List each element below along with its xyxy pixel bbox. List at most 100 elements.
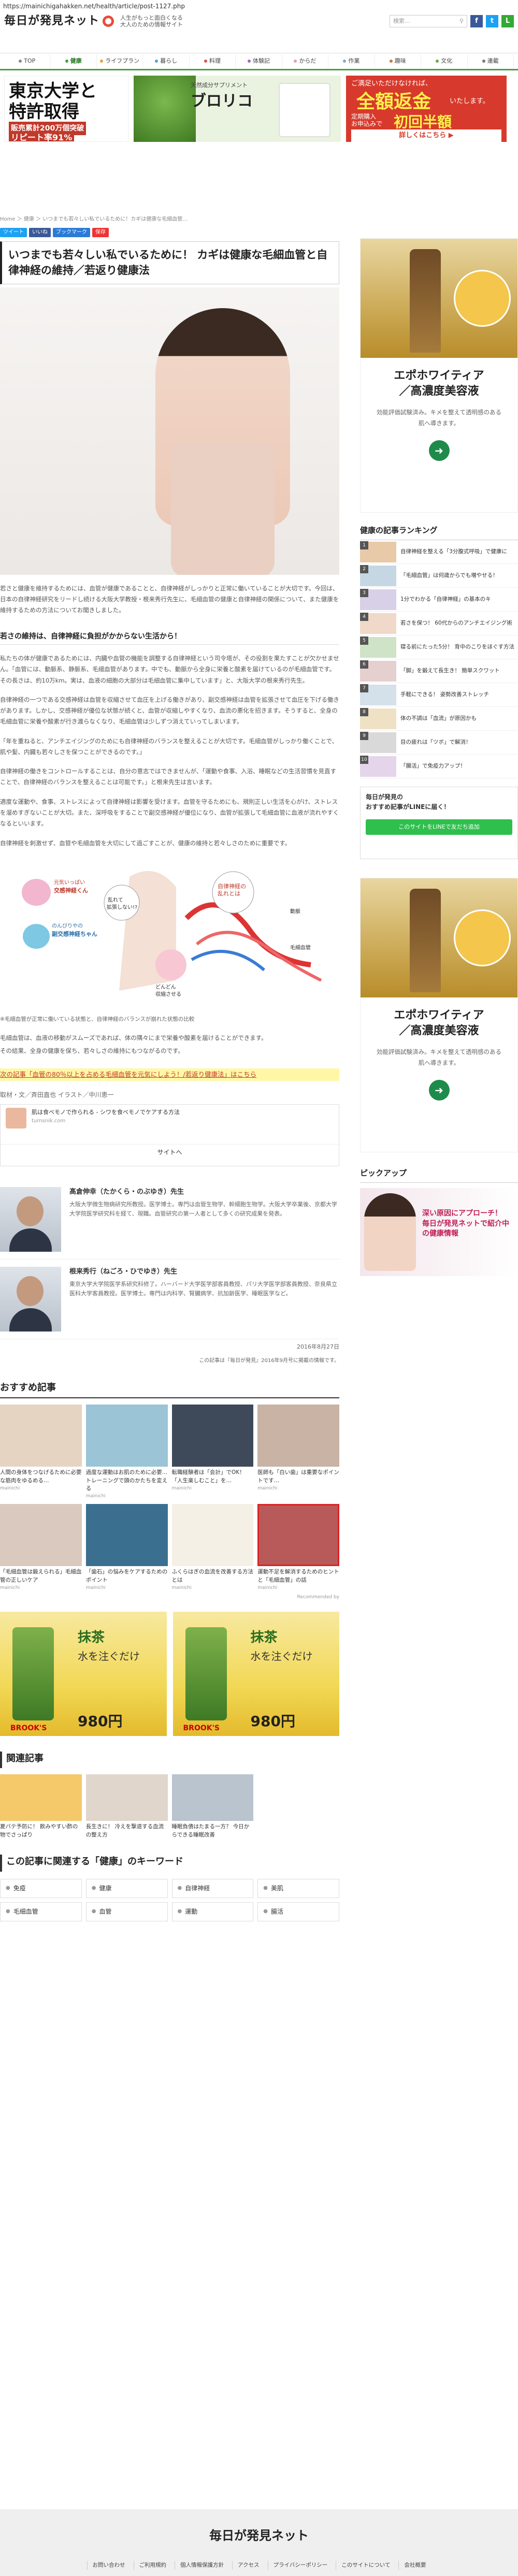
ad-cta[interactable]: サイトへ [1,1144,339,1157]
recommend-thumbnail [171,1504,254,1567]
recommend-card[interactable]: 運動不足を解消するためのヒントと「毛細血管」の話 mainichi [257,1504,339,1591]
nav-item[interactable]: 連載 [468,54,514,68]
ranking-item[interactable]: 5 寝る前にたった5分！ 背中のこりをほぐす方法 [360,635,518,659]
nav-item[interactable]: 趣味 [375,54,422,68]
nav-item[interactable]: 暮らし [143,54,190,68]
share-buttons: ツイート いいね ブックマーク 保存 [0,228,339,237]
related-grid: 夏バテ予防に！ 飲みやすい酢の物でさっぱり 長生きに！ 冷えを撃退する血流の整え方… [0,1774,339,1839]
recommend-card[interactable]: ふくらはぎの血流を改善する方法とは mainichi [171,1504,254,1591]
rank-number: 6 [360,660,368,669]
footer-link[interactable]: プライバシーポリシー [267,2561,333,2570]
share-twitter-button[interactable]: ツイート [0,228,27,237]
inline-ad[interactable]: 肌は食べモノで作られる - シワを食べモノでケアする方法 turnsnik.co… [0,1104,339,1166]
article-paragraph-8: 毛細血管は、血液の移動がスムーズであれば、体の隅々にまで栄養や酸素を届けることが… [0,1034,267,1042]
site-logo[interactable]: 毎日が発見ネット 人生がもっと面白くなる 大人のための情報サイト [4,12,183,30]
rank-number: 3 [360,589,368,597]
ranking-item[interactable]: 2 「毛細血管」は何歳からでも増やせる！ [360,564,518,588]
nav-dot-icon [19,60,22,63]
share-facebook-button[interactable]: いいね [29,228,51,237]
related-card[interactable]: 睡眠負債はたまる一方？ 今日からできる睡眠改善 [171,1774,254,1839]
keyword-link[interactable]: ● 毛細血管 [0,1902,82,1921]
share-hatena-button[interactable]: ブックマーク [53,228,90,237]
bullet-icon: ● [263,1885,268,1891]
share-pocket-button[interactable]: 保存 [92,228,109,237]
footer-link[interactable]: お問い合わせ [87,2561,131,2570]
sidebar-ad-2-arrow-icon[interactable]: ➜ [428,1079,450,1101]
ranking-item[interactable]: 6 「脚」を鍛えて長生き！ 簡単スクワット [360,659,518,683]
recommend-card[interactable]: 医師も「白い歯」は重要なポイントです… mainichi [257,1405,339,1500]
ranking-item[interactable]: 10 「腸活」で免疫力アップ！ [360,755,518,778]
nav-item[interactable]: 文化 [421,54,468,68]
ranking-item[interactable]: 8 体の不調は「血流」が原因かも [360,707,518,731]
recommend-card[interactable]: 過度な運動はお肌のために必要…トレーニングで頭のかたちを変える mainichi [85,1405,168,1500]
search-icon[interactable]: ⚲ [459,17,464,26]
nav-item[interactable]: 料理 [190,54,236,68]
nav-dot-icon [436,60,439,63]
twitter-icon[interactable]: t [486,15,498,27]
keyword-link[interactable]: ● 腸活 [257,1902,339,1921]
sidebar-ad-2[interactable]: エポホワイティア ／高濃度美容液 効能評価試験済み。キメを整えて透明感のある 肌… [360,878,518,1152]
keyword-grid: ● 免疫 ● 健康 ● 自律神経 ● 美肌 ● 毛細血管 ● 血管 ● 運動 ● 腸活 [0,1878,339,1921]
banner-brolico-2[interactable]: 天然成分サプリメント ブロリコ [134,76,341,142]
footer: 毎日が発見ネット お問い合わせ ご利用規約 個人情報保護方針 アクセス プライバシーポリ… [0,2509,518,2576]
recommend-card[interactable]: 人間の身体をつなげるために必要な筋肉をゆるめる… mainichi [0,1405,82,1500]
footer-link[interactable]: ご利用規約 [133,2561,172,2570]
hero-image [0,287,339,575]
ranking-item[interactable]: 1 自律神経を整える「3分腹式呼吸」で健康に [360,540,518,564]
product-bottle-image [279,83,330,137]
url-bar[interactable]: https://mainichigahakken.net/health/arti… [0,0,518,11]
ranking-item[interactable]: 4 若さを保つ！ 60代からのアンチエイジング術 [360,612,518,635]
pickup-banner[interactable]: 深い原因にアプローチ！ 毎日が発見ネットで紹介中の健康情報 [360,1188,518,1276]
next-article-link[interactable]: 次の記事「血管の80％以上を占める毛細血管を元気にしよう！/若返り健康法」はこち… [0,1068,339,1081]
footer-logo[interactable]: 毎日が発見ネット [0,2509,518,2545]
keyword-link[interactable]: ● 血管 [85,1902,168,1921]
recommend-grid: 人間の身体をつなげるために必要な筋肉をゆるめる… mainichi 過度な運動はお肌… [0,1405,339,1591]
sidebar-ad-1[interactable]: エポホワイティア ／高濃度美容液 効能評価試験済み。キメを整えて透明感のある 肌… [360,238,518,513]
matcha-ad-1[interactable]: 抹茶 水を注ぐだけ 980円 BROOK'S [0,1611,167,1736]
logo-tagline-1: 人生がもっと面白くなる [120,14,183,21]
article-paragraph-5: 自律神経の働きをコントロールすることは、自分の意志ではできませんが、「運動や食事… [0,768,337,786]
footer-link[interactable]: このサイトについて [336,2561,395,2570]
recommend-source: mainichi [257,1485,278,1491]
line-icon[interactable]: L [501,15,514,27]
footer-link[interactable]: 会社概要 [398,2561,431,2570]
keyword-link[interactable]: ● 自律神経 [171,1878,254,1898]
rank-number: 9 [360,732,368,740]
search-input[interactable]: 検索... ⚲ [390,15,467,27]
matcha-ad-2[interactable]: 抹茶 水を注ぐだけ 980円 BROOK'S [172,1611,339,1736]
keyword-link[interactable]: ● 健康 [85,1878,168,1898]
recommend-thumbnail [257,1504,339,1567]
keyword-link[interactable]: ● 運動 [171,1902,254,1921]
recommend-card[interactable]: 転職経験者は「会計」でOK！ 「人生楽しむこと」を… mainichi [171,1405,254,1500]
footer-link[interactable]: 個人情報保護方針 [175,2561,229,2570]
doctor-profile-1: 髙倉伸幸（たかくら・のぶゆき）先生 大阪大学微生物病研究所教授。医学博士。専門は… [0,1186,339,1260]
nav-item[interactable]: 体験記 [236,54,282,68]
nav-item[interactable]: 作業 [328,54,375,68]
rank-number: 5 [360,636,368,645]
facebook-icon[interactable]: f [470,15,483,27]
nav-item[interactable]: 健康 [50,54,97,68]
keyword-link[interactable]: ● 美肌 [257,1878,339,1898]
related-card[interactable]: 長生きに！ 冷えを撃退する血流の整え方 [85,1774,168,1839]
keyword-link[interactable]: ● 免疫 [0,1878,82,1898]
ranking-item[interactable]: 7 手軽にできる！ 姿勢改善ストレッチ [360,683,518,707]
banner-refund[interactable]: ご満足いただけなければ、 全額返金 いたします。 定期購入 お申込みで 初回半額… [346,76,507,142]
recommend-card[interactable]: 「毛細血管は鍛えられる」毛細血管の正しいケア mainichi [0,1504,82,1591]
sidebar-ad-1-arrow-icon[interactable]: ➜ [428,440,450,461]
rank-number: 4 [360,613,368,621]
ranking-item[interactable]: 9 目の疲れは「ツボ」で解消！ [360,731,518,755]
ranking-item[interactable]: 3 1分でわかる「自律神経」の基本のキ [360,588,518,612]
related-thumbnail [171,1774,254,1821]
banner-brolico-1[interactable]: 東京大学と 特許取得 販売累計200万個突破 リピート率91% [4,76,128,142]
nav-item[interactable]: からだ [282,54,329,68]
related-thumbnail [85,1774,168,1821]
footer-link[interactable]: アクセス [232,2561,264,2570]
related-card[interactable]: 夏バテ予防に！ 飲みやすい酢の物でさっぱり [0,1774,82,1839]
nav-item[interactable]: ライフプラン [97,54,143,68]
line-follow-button[interactable]: このサイトをLINEで友だち追加 [366,819,512,835]
nav-item[interactable]: TOP [4,54,51,68]
article-paragraph-1: 若さと健康を維持するためには、血管が健康であることと、自律神経がしっかりと正常に… [0,584,339,614]
bullet-icon: ● [6,1908,10,1915]
banner-cta-button[interactable]: 詳しくはこちら ▶ [351,129,501,142]
recommend-card[interactable]: 「歯石」の悩みをケアするためのポイント mainichi [85,1504,168,1591]
